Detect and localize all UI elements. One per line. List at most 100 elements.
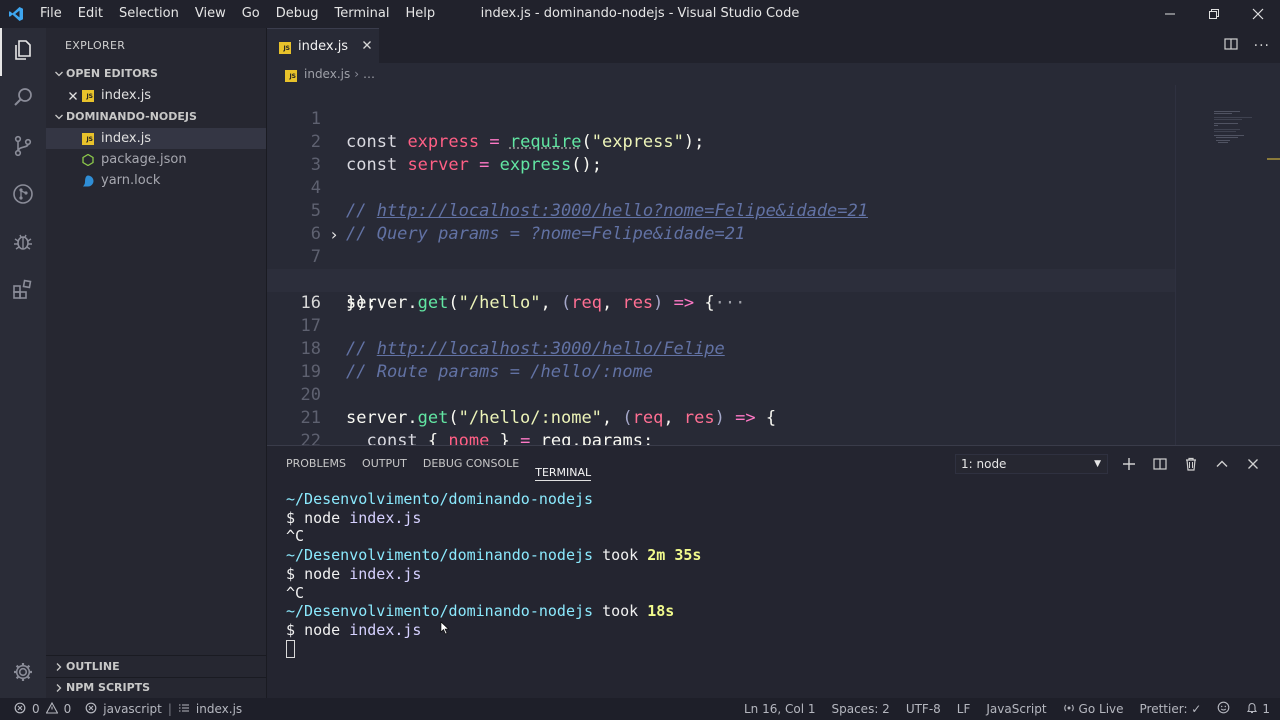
title-bar: File Edit Selection View Go Debug Termin… (0, 0, 1280, 28)
trash-icon[interactable] (1182, 455, 1200, 473)
code-line: 17 // http://localhost:3000/hello/Felipe (267, 292, 1175, 359)
terminal-path: ~/Desenvolvimento/dominando-nodejs (286, 546, 594, 565)
lang-status-icon (85, 702, 97, 717)
open-editor-item[interactable]: JS index.js (46, 85, 266, 106)
encoding[interactable]: UTF-8 (906, 702, 941, 716)
search-icon (11, 86, 35, 114)
menu-edit[interactable]: Edit (70, 0, 111, 28)
project-header[interactable]: DOMINANDO-NODEJS (46, 106, 266, 128)
breadcrumb: JS index.js › … (267, 63, 1280, 85)
extensions-activity[interactable] (0, 268, 46, 316)
bell-icon (1246, 702, 1258, 717)
open-editors-header[interactable]: OPEN EDITORS (46, 63, 266, 85)
terminal-path: ~/Desenvolvimento/dominando-nodejs (286, 602, 594, 621)
code-line: 6 (267, 200, 1175, 244)
code-view[interactable]: 1 const express = require("express"); 2 … (267, 85, 1175, 445)
terminal-arg: index.js (349, 564, 422, 583)
terminal-interrupt: ^C (286, 583, 305, 602)
indentation[interactable]: Spaces: 2 (832, 702, 890, 716)
code-line: 2 const server = express(); (267, 108, 1175, 175)
status-right: Ln 16, Col 1 Spaces: 2 UTF-8 LF JavaScri… (744, 698, 1270, 720)
list-icon (178, 702, 190, 717)
bottom-panel: PROBLEMS OUTPUT DEBUG CONSOLE TERMINAL 1… (267, 445, 1280, 698)
file-item-yarn-lock[interactable]: yarn.lock (46, 170, 266, 191)
js-file-icon: JS (279, 39, 291, 54)
maximize-panel-button[interactable] (1213, 455, 1231, 473)
npm-scripts-header[interactable]: NPM SCRIPTS (46, 677, 266, 698)
fold-chevron-icon[interactable]: › (327, 223, 341, 246)
code-line: 23 return res.json({ (267, 430, 1175, 445)
menu-debug[interactable]: Debug (268, 0, 327, 28)
tab-debug-console[interactable]: DEBUG CONSOLE (423, 446, 519, 481)
js-file-icon: JS (80, 132, 96, 146)
file-indicator[interactable]: index.js (196, 702, 242, 716)
breadcrumb-file[interactable]: index.js (304, 67, 350, 81)
new-terminal-button[interactable] (1120, 455, 1138, 473)
tab-index-js[interactable]: JS index.js (267, 28, 379, 63)
scrollbar-marker[interactable] (1267, 158, 1280, 160)
outline-header[interactable]: OUTLINE (46, 656, 266, 677)
more-actions-icon[interactable]: ··· (1254, 38, 1270, 54)
open-editors-label: OPEN EDITORS (66, 67, 158, 80)
code-line: 22 (267, 407, 1175, 445)
file-item-package-json[interactable]: package.json (46, 149, 266, 170)
sidebar-title: EXPLORER (65, 39, 126, 52)
menu-help[interactable]: Help (397, 0, 443, 28)
notifications-button[interactable]: 1 (1246, 702, 1270, 717)
language-mode[interactable]: JavaScript (986, 702, 1046, 716)
git-activity[interactable] (0, 172, 46, 220)
close-panel-button[interactable] (1244, 455, 1262, 473)
file-label: yarn.lock (101, 173, 161, 188)
debug-activity[interactable] (0, 220, 46, 268)
close-icon[interactable] (66, 91, 80, 101)
line-ending[interactable]: LF (957, 702, 971, 716)
menu-selection[interactable]: Selection (111, 0, 187, 28)
breadcrumb-separator-icon: › (354, 67, 360, 81)
error-count[interactable]: 0 (32, 702, 40, 716)
prettier-status[interactable]: Prettier: ✓ (1140, 702, 1202, 716)
restore-button[interactable] (1192, 0, 1236, 28)
yarn-icon (80, 174, 96, 188)
feedback-icon[interactable] (1217, 701, 1230, 717)
terminal-duration: 2m 35s (647, 546, 702, 565)
chevron-right-icon (52, 662, 66, 672)
lang-indicator[interactable]: javascript (103, 702, 162, 716)
menu-view[interactable]: View (187, 0, 234, 28)
bug-icon (11, 230, 35, 258)
search-activity[interactable] (0, 76, 46, 124)
close-tab-icon[interactable] (355, 38, 379, 54)
terminal-select[interactable]: 1: node ▼ (955, 454, 1108, 474)
source-control-activity[interactable] (0, 124, 46, 172)
menu-file[interactable]: File (32, 0, 70, 28)
git-graph-icon (11, 182, 35, 210)
window-controls (1148, 0, 1280, 28)
warning-count[interactable]: 0 (64, 702, 72, 716)
minimap[interactable] (1175, 85, 1280, 445)
close-window-button[interactable] (1236, 0, 1280, 28)
dropdown-caret-icon: ▼ (1094, 459, 1101, 469)
explorer-activity[interactable] (0, 28, 46, 76)
split-editor-icon[interactable] (1224, 37, 1238, 55)
file-item-index-js[interactable]: JS index.js (46, 128, 266, 149)
menu-terminal[interactable]: Terminal (327, 0, 398, 28)
manage-activity[interactable] (0, 650, 46, 698)
source-control-icon (11, 134, 35, 162)
error-icon (14, 702, 26, 717)
menu-go[interactable]: Go (234, 0, 268, 28)
status-left: 0 0 javascript | index.js (0, 701, 242, 717)
minimize-button[interactable] (1148, 0, 1192, 28)
breadcrumb-more[interactable]: … (363, 67, 375, 81)
terminal-output[interactable]: ~/Desenvolvimento/dominando-nodejs $ nod… (286, 490, 702, 659)
tab-problems[interactable]: PROBLEMS (286, 446, 346, 481)
tab-output[interactable]: OUTPUT (362, 446, 407, 481)
terminal-took: took (602, 602, 639, 621)
cursor-position[interactable]: Ln 16, Col 1 (744, 702, 816, 716)
tab-terminal[interactable]: TERMINAL (535, 455, 592, 481)
code-line: 15 }); (267, 246, 1175, 313)
terminal-took: took (602, 546, 639, 565)
editor-area: JS index.js ··· JS index.js › … 1 const … (267, 28, 1280, 445)
go-live-button[interactable]: Go Live (1063, 702, 1124, 717)
terminal-arg: index.js (349, 508, 422, 527)
terminal-duration: 18s (647, 602, 675, 621)
split-terminal-button[interactable] (1151, 455, 1169, 473)
